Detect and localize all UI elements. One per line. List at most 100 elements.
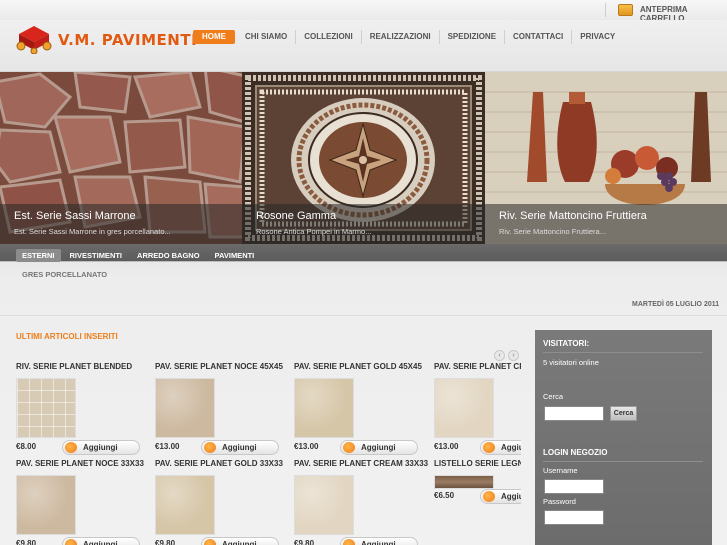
carousel-prev-arrow[interactable]: ‹ xyxy=(494,350,505,361)
header: V.M. PAVIMENTI HOME CHI SIAMO COLLEZIONI RE… xyxy=(0,20,727,72)
product-card[interactable]: PAV. SERIE PLANET GOLD 45X45 €13.00 Aggiun… xyxy=(294,362,434,455)
search-input[interactable] xyxy=(544,406,604,421)
add-to-cart-button[interactable]: Aggiungi xyxy=(480,489,521,504)
main-nav: HOME CHI SIAMO COLLEZIONI REALIZZAZIONI SPED… xyxy=(193,30,623,44)
right-sidebar: VISITATORI: 5 visitatori online Cerca Ce… xyxy=(535,330,712,545)
product-grid: RIV. SERIE PLANET BLENDED €8.00 Aggiungi PA… xyxy=(0,362,521,545)
nav-chi-siamo[interactable]: CHI SIAMO xyxy=(237,30,297,44)
product-name[interactable]: PAV. SERIE PLANET NOCE 33X33 xyxy=(16,459,156,471)
top-bar-separator xyxy=(605,3,606,17)
slide-mattoncino-fruttiera[interactable]: Riv. Serie Mattoncino Fruttiera Riv. Ser… xyxy=(485,72,727,244)
search-label: Cerca xyxy=(543,392,564,401)
product-card[interactable]: RIV. SERIE PLANET BLENDED €8.00 Aggiungi xyxy=(16,362,156,455)
username-label: Username xyxy=(543,466,578,475)
slide-subtitle: Riv. Serie Mattoncino Fruttiera... xyxy=(499,227,606,236)
product-name[interactable]: PAV. SERIE PLANET GOLD 33X33 xyxy=(155,459,295,471)
cart-folder-icon[interactable] xyxy=(618,4,633,16)
slide-title[interactable]: Riv. Serie Mattoncino Fruttiera xyxy=(499,210,713,222)
nav-realizzazioni[interactable]: REALIZZAZIONI xyxy=(362,30,440,44)
visitors-count: 5 visitatori online xyxy=(543,358,599,367)
add-to-cart-label: Aggiungi xyxy=(222,540,257,545)
slide-title[interactable]: Est. Serie Sassi Marrone xyxy=(14,210,228,222)
cart-icon xyxy=(483,442,495,453)
product-price: €9.80 xyxy=(294,539,315,545)
product-price: €13.00 xyxy=(294,442,319,451)
slide-subtitle: Rosone Antica Pompei in Marmo... xyxy=(256,227,372,236)
product-name[interactable]: PAV. SERIE PLANET CREAM 33X33 xyxy=(294,459,434,471)
current-date: MARTEDÌ 05 LUGLIO 2011 xyxy=(632,301,720,308)
nav-spedizione[interactable]: SPEDIZIONE xyxy=(440,30,506,44)
product-name[interactable]: RIV. SERIE PLANET BLENDED xyxy=(16,362,156,374)
cart-icon xyxy=(204,539,216,545)
slide-rosone-gamma[interactable]: Rosone Gamma Rosone Antica Pompei in Mar… xyxy=(242,72,485,244)
product-image[interactable] xyxy=(155,378,215,438)
product-price: €13.00 xyxy=(155,442,180,451)
product-image[interactable] xyxy=(155,475,215,535)
add-to-cart-label: Aggiungi xyxy=(501,492,521,501)
product-image[interactable] xyxy=(294,378,354,438)
slide-sassi-marrone[interactable]: Est. Serie Sassi Marrone Est. Serie Sass… xyxy=(0,72,242,244)
login-title: LOGIN NEGOZIO xyxy=(543,448,608,457)
product-name[interactable]: PAV. SERIE PLANET NOCE 45X45 xyxy=(155,362,295,374)
product-card[interactable]: PAV. SERIE PLANET GOLD 33X33 €9.80 Aggiung… xyxy=(155,459,295,545)
add-to-cart-button[interactable]: Aggiungi xyxy=(201,537,279,545)
hero-slider: Est. Serie Sassi Marrone Est. Serie Sass… xyxy=(0,72,727,244)
add-to-cart-button[interactable]: Aggiungi xyxy=(480,440,521,455)
password-label: Password xyxy=(543,497,576,506)
add-to-cart-button[interactable]: Aggiungi xyxy=(340,440,418,455)
slide-title[interactable]: Rosone Gamma xyxy=(256,210,471,222)
product-image[interactable] xyxy=(16,378,76,438)
product-image[interactable] xyxy=(434,475,494,489)
category-subnav: ESTERNI RIVESTIMENTI ARREDO BAGNO PAVIMENTI… xyxy=(0,244,727,282)
search-button[interactable]: Cerca xyxy=(610,406,637,421)
product-price: €6.50 xyxy=(434,491,455,500)
product-image[interactable] xyxy=(434,378,494,438)
password-field[interactable] xyxy=(544,510,604,525)
product-card[interactable]: PAV. SERIE PLANET CREAM 45X45 €13.00 Aggiu… xyxy=(434,362,521,455)
add-to-cart-button[interactable]: Aggiungi xyxy=(62,537,140,545)
add-to-cart-button[interactable]: Aggiungi xyxy=(201,440,279,455)
product-name[interactable]: PAV. SERIE PLANET GOLD 45X45 xyxy=(294,362,434,374)
category-tabs: ESTERNI RIVESTIMENTI ARREDO BAGNO PAVIMENTI xyxy=(16,249,263,262)
add-to-cart-label: Aggiungi xyxy=(501,443,521,452)
add-to-cart-button[interactable]: Aggiungi xyxy=(62,440,140,455)
product-card[interactable]: LISTELLO SERIE LEGNO €6.50 Aggiungi xyxy=(434,459,521,504)
product-card[interactable]: PAV. SERIE PLANET NOCE 45X45 €13.00 Aggiun… xyxy=(155,362,295,455)
product-name[interactable]: PAV. SERIE PLANET CREAM 45X45 xyxy=(434,362,521,374)
slide-subtitle: Est. Serie Sassi Marrone in gres porcell… xyxy=(14,227,171,236)
product-price: €9.80 xyxy=(155,539,176,545)
nav-collezioni[interactable]: COLLEZIONI xyxy=(296,30,362,44)
product-card[interactable]: PAV. SERIE PLANET NOCE 33X33 €9.80 Aggiung… xyxy=(16,459,156,545)
product-card[interactable]: PAV. SERIE PLANET CREAM 33X33 €9.80 Aggiun… xyxy=(294,459,434,545)
add-to-cart-label: Aggiungi xyxy=(361,540,396,545)
logo-icon[interactable] xyxy=(16,24,52,54)
cart-icon xyxy=(204,442,216,453)
logo-text[interactable]: V.M. PAVIMENTI xyxy=(58,31,197,49)
cart-icon xyxy=(65,539,77,545)
cart-icon xyxy=(343,539,355,545)
product-price: €13.00 xyxy=(434,442,459,451)
sidebar-divider xyxy=(543,461,703,462)
category-tab-esterni[interactable]: ESTERNI xyxy=(16,249,61,262)
cart-icon xyxy=(483,491,495,502)
cart-icon xyxy=(65,442,77,453)
category-tab-rivestimenti[interactable]: RIVESTIMENTI xyxy=(64,249,129,262)
add-to-cart-label: Aggiungi xyxy=(83,540,118,545)
divider xyxy=(0,315,727,316)
add-to-cart-button[interactable]: Aggiungi xyxy=(340,537,418,545)
category-tab-arredo-bagno[interactable]: ARREDO BAGNO xyxy=(131,249,206,262)
category-tab-pavimenti[interactable]: PAVIMENTI xyxy=(209,249,261,262)
add-to-cart-label: Aggiungi xyxy=(222,443,257,452)
product-image[interactable] xyxy=(294,475,354,535)
username-field[interactable] xyxy=(544,479,604,494)
product-image[interactable] xyxy=(16,475,76,535)
nav-privacy[interactable]: PRIVACY xyxy=(572,30,623,44)
product-name[interactable]: LISTELLO SERIE LEGNO xyxy=(434,459,521,471)
product-price: €9.80 xyxy=(16,539,37,545)
visitors-title: VISITATORI: xyxy=(543,339,590,348)
subcategory-gres-porcellanato[interactable]: GRES PORCELLANATO xyxy=(22,270,107,279)
carousel-next-arrow[interactable]: › xyxy=(508,350,519,361)
cart-icon xyxy=(343,442,355,453)
nav-contattaci[interactable]: CONTATTACI xyxy=(505,30,573,44)
nav-home[interactable]: HOME xyxy=(193,30,235,44)
